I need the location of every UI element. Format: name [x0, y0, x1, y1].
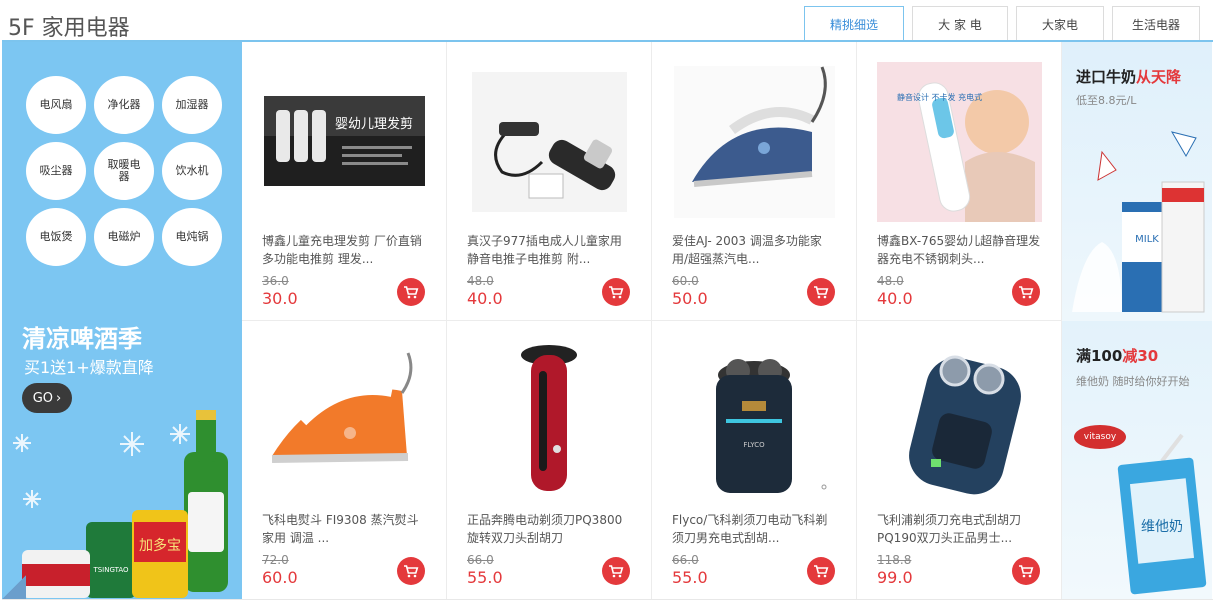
product-image-text: 静音设计 不卡发 充电式 — [897, 92, 982, 102]
vitasoy-ad-banner[interactable]: 满100减30 维他奶 随时给你好开始 vitasoy 维他奶 — [1062, 321, 1212, 600]
bottom-divider — [2, 599, 1213, 600]
tab-featured[interactable]: 精挑细选 — [804, 6, 904, 42]
floor-title: 5F 家用电器 — [8, 16, 130, 41]
product-image[interactable] — [672, 62, 837, 222]
product-price: 40.0 — [877, 289, 913, 308]
cart-icon — [404, 286, 419, 299]
add-to-cart-button[interactable] — [602, 557, 630, 585]
cart-icon — [609, 286, 624, 299]
product-image[interactable]: 静音设计 不卡发 充电式 — [877, 62, 1042, 222]
product-image-text: FLYCO — [743, 441, 765, 449]
product-name[interactable]: 飞科电熨斗 FI9308 蒸汽熨斗 家用 调温 ... — [262, 511, 427, 547]
product-name[interactable]: 博鑫儿童充电理发剪 厂价直销 多功能电推剪 理发... — [262, 232, 427, 268]
ad-title-highlight: 减30 — [1122, 347, 1159, 365]
ad-title-text: 进口牛奶 — [1076, 68, 1137, 86]
product-card[interactable]: 静音设计 不卡发 充电式 博鑫BX-765婴幼儿超静音理发器充电不锈钢刺头...… — [857, 42, 1062, 321]
can-label: TSINGTAO — [92, 566, 129, 574]
product-price: 50.0 — [672, 289, 708, 308]
tab-major-appliances-1[interactable]: 大 家 电 — [912, 6, 1008, 41]
category-humidifier[interactable]: 加湿器 — [162, 76, 222, 134]
product-price: 55.0 — [672, 568, 708, 587]
bottle-label: 加多宝 — [139, 537, 181, 554]
add-to-cart-button[interactable] — [1012, 278, 1040, 306]
product-image[interactable]: FLYCO — [672, 341, 837, 501]
product-name[interactable]: 飞利浦剃须刀充电式刮胡刀PQ190双刀头正品男士... — [877, 511, 1042, 547]
carton-text: 维他奶 — [1141, 519, 1183, 535]
add-to-cart-button[interactable] — [807, 557, 835, 585]
snowflake-icon — [13, 424, 190, 508]
product-card[interactable]: 爱佳AJ- 2003 调温多功能家用/超强蒸汽电... 60.0 50.0 — [652, 42, 857, 321]
cart-icon — [1019, 565, 1034, 578]
product-old-price: 66.0 — [467, 553, 494, 567]
product-price: 30.0 — [262, 289, 298, 308]
category-vacuum[interactable]: 吸尘器 — [26, 142, 86, 200]
product-grid: 婴幼儿理发剪 博鑫儿童充电理发剪 厂价直销 多功能电推剪 理发... 36.0 … — [242, 42, 1062, 600]
product-price: 60.0 — [262, 568, 298, 587]
product-card[interactable]: 婴幼儿理发剪 博鑫儿童充电理发剪 厂价直销 多功能电推剪 理发... 36.0 … — [242, 42, 447, 321]
product-name[interactable]: Flyco/飞科剃须刀电动飞科剃须刀男充电式刮胡... — [672, 511, 837, 547]
add-to-cart-button[interactable] — [807, 278, 835, 306]
beer-promo-image: TSINGTAO 加多宝 — [13, 410, 228, 598]
cart-icon — [609, 565, 624, 578]
product-old-price: 72.0 — [262, 553, 289, 567]
product-card[interactable]: 飞科电熨斗 FI9308 蒸汽熨斗 家用 调温 ... 72.0 60.0 — [242, 321, 447, 600]
corner-fold — [2, 575, 26, 600]
add-to-cart-button[interactable] — [397, 557, 425, 585]
product-card[interactable]: FLYCO Flyco/飞科剃须刀电动飞科剃须刀男充电式刮胡... 66.0 5… — [652, 321, 857, 600]
cart-icon — [1019, 286, 1034, 299]
milk-carton-image: MILK — [1072, 131, 1205, 313]
product-image[interactable]: 婴幼儿理发剪 — [262, 62, 427, 222]
ad-title: 进口牛奶从天降 — [1076, 66, 1181, 87]
cart-icon — [814, 565, 829, 578]
ad-title: 满100减30 — [1076, 345, 1158, 366]
add-to-cart-button[interactable] — [397, 278, 425, 306]
product-image[interactable] — [877, 341, 1042, 501]
product-name[interactable]: 真汉子977插电成人儿童家用静音电推子电推剪 附... — [467, 232, 632, 268]
product-price: 99.0 — [877, 568, 913, 587]
product-name[interactable]: 爱佳AJ- 2003 调温多功能家用/超强蒸汽电... — [672, 232, 837, 268]
category-purifier[interactable]: 净化器 — [94, 76, 154, 134]
product-image[interactable] — [467, 341, 632, 501]
promo-title: 清凉啤酒季 — [22, 325, 142, 353]
carton-text: MILK — [1135, 234, 1159, 245]
ad-title-text: 满100 — [1076, 347, 1123, 365]
add-to-cart-button[interactable] — [602, 278, 630, 306]
category-induction-cooker[interactable]: 电磁炉 — [94, 208, 154, 266]
add-to-cart-button[interactable] — [1012, 557, 1040, 585]
product-old-price: 66.0 — [672, 553, 699, 567]
product-card[interactable]: 正品奔腾电动剃须刀PQ3800旋转双刀头刮胡刀 66.0 55.0 — [447, 321, 652, 600]
product-old-price: 118.8 — [877, 553, 912, 567]
floor-tabs: 精挑细选 大 家 电 大家电 生活电器 — [804, 6, 1200, 42]
product-price: 40.0 — [467, 289, 503, 308]
category-panel: 电风扇 净化器 加湿器 吸尘器 取暖电器 饮水机 电饭煲 电磁炉 电炖锅 清凉啤… — [2, 42, 242, 600]
product-old-price: 60.0 — [672, 274, 699, 288]
milk-ad-banner[interactable]: 进口牛奶从天降 低至8.8元/L MILK — [1062, 42, 1212, 321]
category-heater[interactable]: 取暖电器 — [94, 142, 154, 200]
product-image-text: 婴幼儿理发剪 — [335, 116, 413, 132]
cart-icon — [814, 286, 829, 299]
product-name[interactable]: 博鑫BX-765婴幼儿超静音理发器充电不锈钢刺头... — [877, 232, 1042, 268]
tab-major-appliances-2[interactable]: 大家电 — [1016, 6, 1104, 41]
product-card[interactable]: 真汉子977插电成人儿童家用静音电推子电推剪 附... 48.0 40.0 — [447, 42, 652, 321]
category-fan[interactable]: 电风扇 — [26, 76, 86, 134]
product-price: 55.0 — [467, 568, 503, 587]
cart-icon — [404, 565, 419, 578]
product-image[interactable] — [262, 341, 427, 501]
category-grid: 电风扇 净化器 加湿器 吸尘器 取暖电器 饮水机 电饭煲 电磁炉 电炖锅 — [26, 76, 222, 266]
vitasoy-carton-image: 维他奶 — [1117, 433, 1207, 595]
category-rice-cooker[interactable]: 电饭煲 — [26, 208, 86, 266]
ad-subtitle: 低至8.8元/L — [1076, 94, 1137, 107]
product-name[interactable]: 正品奔腾电动剃须刀PQ3800旋转双刀头刮胡刀 — [467, 511, 632, 547]
ad-title-highlight: 从天降 — [1136, 68, 1182, 86]
product-old-price: 36.0 — [262, 274, 289, 288]
category-water-dispenser[interactable]: 饮水机 — [162, 142, 222, 200]
product-old-price: 48.0 — [467, 274, 494, 288]
tab-life-appliances[interactable]: 生活电器 — [1112, 6, 1200, 41]
product-card[interactable]: 飞利浦剃须刀充电式刮胡刀PQ190双刀头正品男士... 118.8 99.0 — [857, 321, 1062, 600]
category-stew-pot[interactable]: 电炖锅 — [162, 208, 222, 266]
ad-subtitle: 维他奶 随时给你好开始 — [1076, 375, 1190, 388]
product-old-price: 48.0 — [877, 274, 904, 288]
product-image[interactable] — [467, 62, 632, 222]
